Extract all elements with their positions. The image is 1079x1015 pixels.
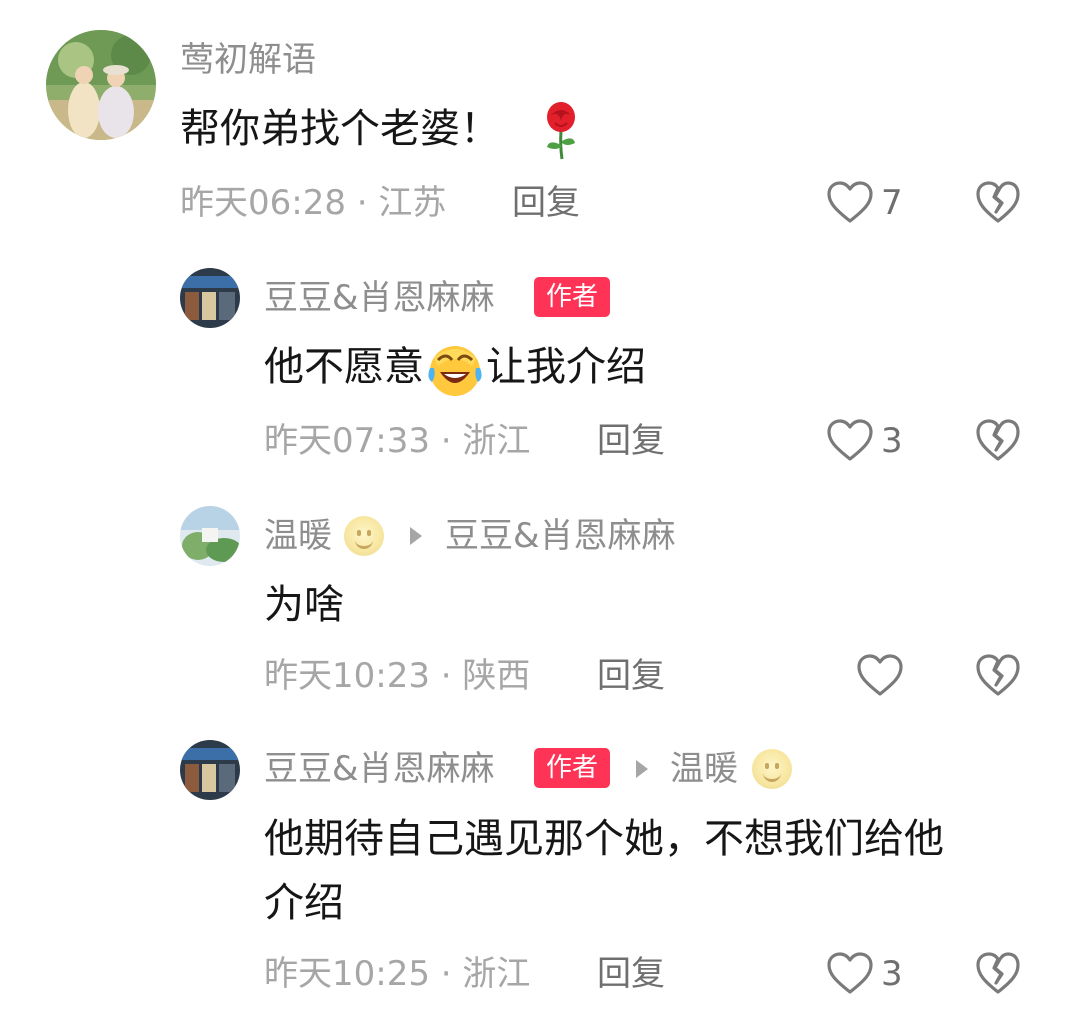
meta-separator: · — [345, 183, 379, 223]
comment-text: 为啥 — [264, 582, 344, 628]
broken-heart-icon[interactable] — [975, 653, 1021, 697]
comment-text-content: 他不愿意 — [264, 344, 424, 390]
reply-button[interactable]: 回复 — [597, 421, 665, 461]
comment-text: 他不愿意 让我介绍 — [264, 336, 646, 400]
smile-emoji-icon — [752, 749, 792, 789]
reply-button[interactable]: 回复 — [512, 183, 580, 223]
comment-text: 帮你弟找个老婆！ — [180, 98, 581, 161]
comment-time: 昨天10:25 — [264, 954, 430, 994]
avatar[interactable] — [180, 506, 240, 566]
comment-time: 昨天07:33 — [264, 421, 430, 461]
meta-separator: · — [429, 954, 463, 994]
comment-meta: 昨天10:25 · 浙江 — [264, 954, 530, 994]
heart-outline-icon[interactable] — [826, 951, 874, 995]
comment-time: 昨天06:28 — [180, 183, 346, 223]
comment-text-content: 让我介绍 — [486, 344, 646, 390]
avatar[interactable] — [180, 740, 240, 800]
comment-meta: 昨天07:33 · 浙江 — [264, 421, 530, 461]
comment-text-line: 他期待自己遇见那个她，不想我们给他 — [264, 816, 944, 862]
author-badge: 作者 — [534, 277, 611, 317]
comment-meta: 昨天06:28 · 江苏 — [180, 183, 446, 223]
heart-outline-icon[interactable] — [856, 653, 904, 697]
meta-separator: · — [429, 656, 463, 696]
comment-location: 浙江 — [462, 954, 531, 994]
comment-text-line: 介绍 — [264, 880, 344, 926]
broken-heart-icon[interactable] — [975, 180, 1021, 224]
like-count: 3 — [881, 954, 903, 994]
comment-location: 陕西 — [462, 656, 531, 696]
comment-time: 昨天10:23 — [264, 656, 430, 696]
reply-arrow-icon — [410, 527, 422, 545]
rose-emoji-icon — [541, 101, 581, 161]
comment-username[interactable]: 温暖 — [264, 516, 332, 556]
comment-username[interactable]: 莺初解语 — [180, 40, 316, 80]
reply-to-username[interactable]: 温暖 — [670, 749, 738, 789]
like-count: 3 — [881, 421, 903, 461]
comment-location: 江苏 — [378, 183, 447, 223]
heart-outline-icon[interactable] — [826, 418, 874, 462]
avatar[interactable] — [46, 30, 156, 140]
author-badge: 作者 — [534, 748, 611, 788]
meta-separator: · — [429, 421, 463, 461]
broken-heart-icon[interactable] — [975, 951, 1021, 995]
reply-button[interactable]: 回复 — [597, 656, 665, 696]
comment-username[interactable]: 豆豆&肖恩麻麻 — [264, 749, 495, 789]
reply-to-username[interactable]: 豆豆&肖恩麻麻 — [445, 516, 676, 556]
laugh-cry-emoji-icon — [424, 338, 486, 400]
reply-arrow-icon — [636, 760, 648, 778]
heart-outline-icon[interactable] — [826, 180, 874, 224]
avatar[interactable] — [180, 268, 240, 328]
reply-button[interactable]: 回复 — [597, 954, 665, 994]
broken-heart-icon[interactable] — [975, 418, 1021, 462]
smile-emoji-icon — [344, 516, 384, 556]
comment-text-content: 帮你弟找个老婆！ — [180, 106, 500, 152]
comment-username[interactable]: 豆豆&肖恩麻麻 — [264, 278, 495, 318]
comment-meta: 昨天10:23 · 陕西 — [264, 656, 530, 696]
like-count: 7 — [881, 183, 903, 223]
comment-location: 浙江 — [462, 421, 531, 461]
